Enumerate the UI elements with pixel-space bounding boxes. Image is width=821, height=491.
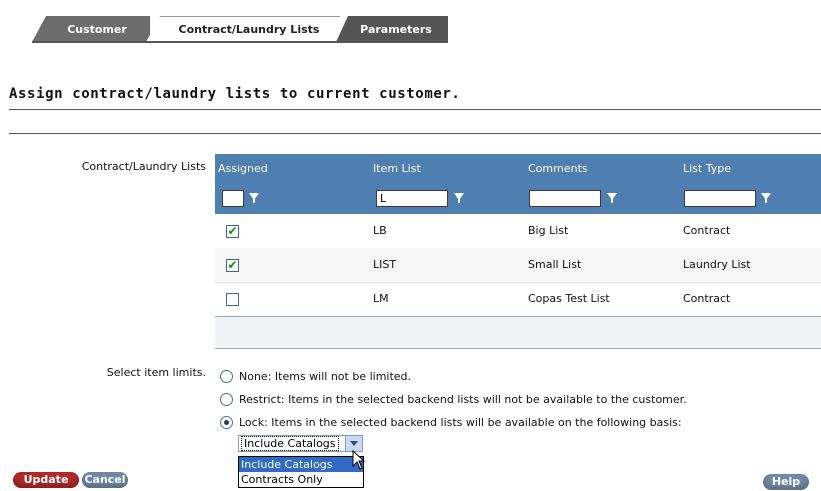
list-type-cell: Contract [683, 292, 731, 305]
item-list-cell: LB [373, 224, 387, 237]
dropdown-option-include-catalogs[interactable]: Include Catalogs [239, 457, 363, 472]
assigned-checkbox[interactable] [226, 293, 239, 306]
tab-bar-underline [32, 41, 448, 43]
column-header-assigned[interactable]: Assigned [218, 154, 268, 184]
page-title: Assign contract/laundry lists to current… [9, 86, 461, 102]
update-button[interactable]: Update [13, 472, 79, 488]
grid-header: Assigned Item List Comments List Type [215, 154, 821, 184]
basis-select-value: Include Catalogs [241, 436, 339, 451]
comments-cell: Small List [528, 258, 582, 271]
dropdown-arrow-icon[interactable] [345, 436, 362, 451]
column-header-item-list[interactable]: Item List [373, 154, 421, 184]
radio-icon[interactable] [220, 393, 233, 406]
basis-dropdown-list: Include Catalogs Contracts Only [238, 456, 364, 488]
cancel-button[interactable]: Cancel [82, 472, 128, 488]
radio-restrict-label: Restrict: Items in the selected backend … [239, 393, 687, 406]
lists-grid: Assigned Item List Comments List Type L … [215, 154, 821, 349]
filter-funnel-icon[interactable] [249, 193, 259, 203]
comments-cell: Big List [528, 224, 569, 237]
filter-input-list-type[interactable] [684, 190, 756, 207]
limits-label: Select item limits. [106, 366, 206, 379]
comments-cell: Copas Test List [528, 292, 610, 305]
lists-section-label: Contract/Laundry Lists [81, 160, 206, 173]
radio-restrict-row[interactable]: Restrict: Items in the selected backend … [220, 393, 687, 406]
dropdown-option-contracts-only[interactable]: Contracts Only [239, 472, 363, 487]
grid-filter-row: L [215, 184, 821, 214]
radio-icon[interactable] [220, 370, 233, 383]
title-divider [9, 109, 821, 110]
column-header-list-type[interactable]: List Type [683, 154, 731, 184]
radio-none-label: None: Items will not be limited. [239, 370, 412, 383]
column-header-comments[interactable]: Comments [528, 154, 588, 184]
radio-icon[interactable] [220, 416, 233, 429]
tab-customer[interactable]: Customer [32, 16, 150, 42]
table-row: ✔ LIST Small List Laundry List [215, 248, 821, 283]
filter-input-assigned[interactable] [222, 190, 244, 207]
tab-customer-label: Customer [67, 22, 127, 36]
basis-select[interactable]: Include Catalogs [238, 435, 363, 452]
radio-lock-label: Lock: Items in the selected backend list… [239, 416, 682, 429]
assigned-checkbox[interactable]: ✔ [226, 225, 239, 238]
table-row: LM Copas Test List Contract [215, 282, 821, 317]
help-button[interactable]: Help [763, 474, 809, 490]
filter-funnel-icon[interactable] [607, 193, 617, 203]
radio-lock-row[interactable]: Lock: Items in the selected backend list… [220, 416, 682, 429]
filter-funnel-icon[interactable] [761, 193, 771, 203]
item-list-cell: LIST [373, 258, 397, 271]
radio-none-row[interactable]: None: Items will not be limited. [220, 370, 411, 383]
filter-input-item-list[interactable]: L [376, 190, 448, 207]
table-row: ✔ LB Big List Contract [215, 214, 821, 249]
item-list-cell: LM [373, 292, 389, 305]
tab-parameters[interactable]: Parameters [336, 16, 448, 42]
tab-contract-laundry-lists-label: Contract/Laundry Lists [178, 23, 320, 36]
section-divider [9, 133, 821, 134]
list-type-cell: Laundry List [683, 258, 751, 271]
tab-contract-laundry-lists[interactable]: Contract/Laundry Lists [146, 16, 340, 42]
filter-funnel-icon[interactable] [454, 193, 464, 203]
grid-footer [215, 316, 821, 349]
assigned-checkbox[interactable]: ✔ [226, 259, 239, 272]
list-type-cell: Contract [683, 224, 731, 237]
tab-parameters-label: Parameters [360, 22, 432, 36]
filter-input-comments[interactable] [529, 190, 601, 207]
mouse-pointer-icon [352, 450, 366, 470]
